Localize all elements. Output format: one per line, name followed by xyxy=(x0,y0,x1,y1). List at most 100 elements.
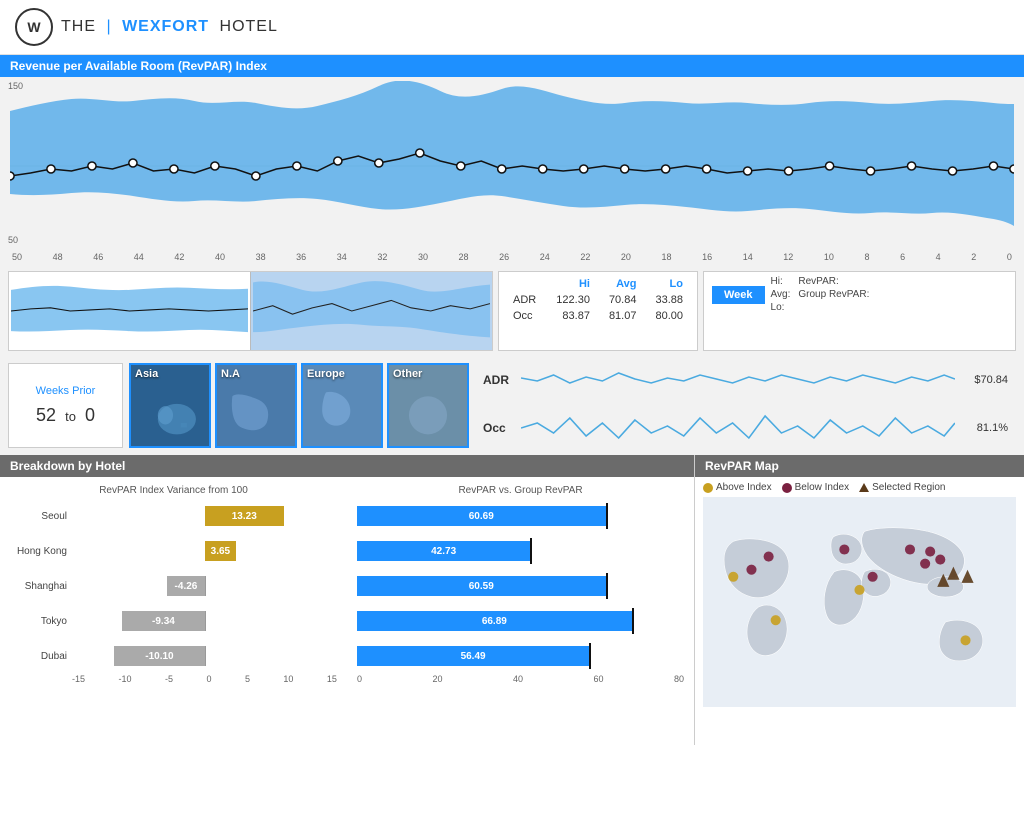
adr-label-stat: ADR xyxy=(507,292,542,308)
occ-row: Occ 81.1% xyxy=(483,408,1008,448)
revpar-bar-row-tokyo: 66.89 xyxy=(357,605,684,637)
weeks-prior-label: Weeks Prior xyxy=(21,385,110,397)
occ-value: 81.1% xyxy=(963,422,1008,434)
legend-above: Above Index xyxy=(703,482,772,493)
stats-avg-header: Avg xyxy=(596,276,643,292)
revpar-bar-row-seoul: 60.69 xyxy=(357,500,684,532)
bar-seoul: 13.23 xyxy=(205,506,285,526)
adr-occ-area: ADR $70.84 Occ 81.1% xyxy=(475,363,1016,448)
selected-region-triangle xyxy=(859,483,869,492)
week-box: Week Hi: RevPAR: Avg: Group RevPAR: Lo: xyxy=(703,271,1016,351)
revpar-vs-bars: 60.69 42.73 60.59 xyxy=(352,500,689,672)
region-label-na: N.A xyxy=(221,368,240,380)
stats-table: Hi Avg Lo ADR 122.30 70.84 33.88 Occ 83.… xyxy=(498,271,698,351)
week-button[interactable]: Week xyxy=(712,286,765,304)
adr-spark-label: ADR xyxy=(483,373,513,387)
mini-chart-right-svg xyxy=(253,274,490,348)
weeks-prior-range: 52 to 0 xyxy=(21,405,110,426)
week-revpar-info: Hi: RevPAR: Avg: Group RevPAR: Lo: xyxy=(771,276,870,313)
revpar-bar-row-shanghai: 60.59 xyxy=(357,570,684,602)
hotel-bar-row-dubai: Dubai -10.10 xyxy=(10,640,337,672)
bar-hk: 3.65 xyxy=(205,541,237,561)
weeks-prior-box: Weeks Prior 52 to 0 xyxy=(8,363,123,448)
hotel-bar-row-shanghai: Shanghai -4.26 xyxy=(10,570,337,602)
mini-chart-left-svg xyxy=(11,274,248,348)
adr-value: $70.84 xyxy=(963,374,1008,386)
mini-chart-container[interactable] xyxy=(8,271,493,351)
mini-chart-left xyxy=(9,272,251,350)
bar-tokyo: -9.34 xyxy=(122,611,204,631)
occ-lo: 80.00 xyxy=(642,308,689,324)
adr-row: ADR $70.84 xyxy=(483,363,1008,398)
hotel-name-seoul: Seoul xyxy=(10,511,72,522)
stats-lo-header: Lo xyxy=(642,276,689,292)
map-container: RevPAR Map Above Index Below Index Selec… xyxy=(694,455,1024,745)
revpar-bar-seoul: 60.69 xyxy=(357,506,606,526)
logo-wexfort: WEXFORT xyxy=(122,18,209,35)
mini-chart-right xyxy=(251,272,492,350)
weeks-region-row: Weeks Prior 52 to 0 Asia N.A xyxy=(0,355,1024,455)
above-index-dot xyxy=(703,483,713,493)
bottom-sections: Breakdown by Hotel RevPAR Index Variance… xyxy=(0,455,1024,745)
header: W THE | WEXFORT HOTEL xyxy=(0,0,1024,55)
region-tile-asia[interactable]: Asia xyxy=(129,363,211,448)
adr-sparkline xyxy=(521,363,955,398)
controls-row: Hi Avg Lo ADR 122.30 70.84 33.88 Occ 83.… xyxy=(0,267,1024,355)
lo-label: Lo: xyxy=(771,302,791,313)
hotel-bar-row-tokyo: Tokyo -9.34 xyxy=(10,605,337,637)
revpar-bar-tokyo: 66.89 xyxy=(357,611,632,631)
breakdown-container: Breakdown by Hotel RevPAR Index Variance… xyxy=(0,455,694,745)
logo-the: THE xyxy=(61,18,96,35)
region-tile-na[interactable]: N.A xyxy=(215,363,297,448)
hotel-name-shanghai: Shanghai xyxy=(10,581,72,592)
revpar-vs-axis: 020406080 xyxy=(352,674,689,684)
adr-avg: 70.84 xyxy=(596,292,643,308)
region-label-other: Other xyxy=(393,368,422,380)
revpar-bar-dubai: 56.49 xyxy=(357,646,589,666)
region-label-europe: Europe xyxy=(307,368,345,380)
revpar-header: Revenue per Available Room (RevPAR) Inde… xyxy=(0,55,1024,77)
legend-selected: Selected Region xyxy=(859,482,945,493)
variance-bars: Seoul 13.23 Hong Kong 3.65 xyxy=(5,500,342,672)
revpar-bar-shanghai: 60.59 xyxy=(357,576,606,596)
bar-dubai: -10.10 xyxy=(114,646,204,666)
hotel-name-tokyo: Tokyo xyxy=(10,616,72,627)
week-box-header: Week Hi: RevPAR: Avg: Group RevPAR: Lo: xyxy=(712,276,1007,313)
adr-lo: 33.88 xyxy=(642,292,689,308)
stats-hi-header: Hi xyxy=(542,276,596,292)
revpar-chart-area: 150 50 xyxy=(0,77,1024,267)
avg-label: Avg: xyxy=(771,289,791,300)
hi-label: Hi: xyxy=(771,276,791,287)
region-tile-europe[interactable]: Europe xyxy=(301,363,383,448)
asia-map xyxy=(131,381,209,446)
na-map xyxy=(217,381,295,446)
revpar-bar-hk: 42.73 xyxy=(357,541,530,561)
region-tile-other[interactable]: Other xyxy=(387,363,469,448)
map-header: RevPAR Map xyxy=(695,455,1024,477)
y-axis-hi: 150 xyxy=(8,81,23,91)
hotel-name-dubai: Dubai xyxy=(10,651,72,662)
map-content: Above Index Below Index Selected Region xyxy=(695,477,1024,715)
y-axis-lo: 50 xyxy=(8,235,18,245)
variance-title: RevPAR Index Variance from 100 xyxy=(5,485,342,496)
weeks-to[interactable]: 0 xyxy=(85,405,95,425)
logo-hotel: HOTEL xyxy=(220,18,278,35)
variance-chart: RevPAR Index Variance from 100 Seoul 13.… xyxy=(5,481,342,684)
hotel-name-hk: Hong Kong xyxy=(10,546,72,557)
europe-map xyxy=(303,381,381,446)
weeks-from[interactable]: 52 xyxy=(36,405,56,425)
region-label-asia: Asia xyxy=(135,368,158,380)
breakdown-header: Breakdown by Hotel xyxy=(0,455,694,477)
occ-avg: 81.07 xyxy=(596,308,643,324)
group-revpar-label: Group RevPAR: xyxy=(798,289,869,300)
logo-sep: | xyxy=(106,18,111,35)
occ-spark-label: Occ xyxy=(483,421,513,435)
region-tiles: Asia N.A Europe xyxy=(129,363,469,448)
occ-hi: 83.87 xyxy=(542,308,596,324)
revpar-main-chart xyxy=(10,81,1014,251)
variance-axis: -15-10-5051015 xyxy=(5,674,342,684)
logo-circle: W xyxy=(15,8,53,46)
revpar-vs-chart: RevPAR vs. Group RevPAR 60.69 42.73 xyxy=(352,481,689,684)
revpar-bar-row-dubai: 56.49 xyxy=(357,640,684,672)
weeks-to-label: to xyxy=(65,409,76,424)
